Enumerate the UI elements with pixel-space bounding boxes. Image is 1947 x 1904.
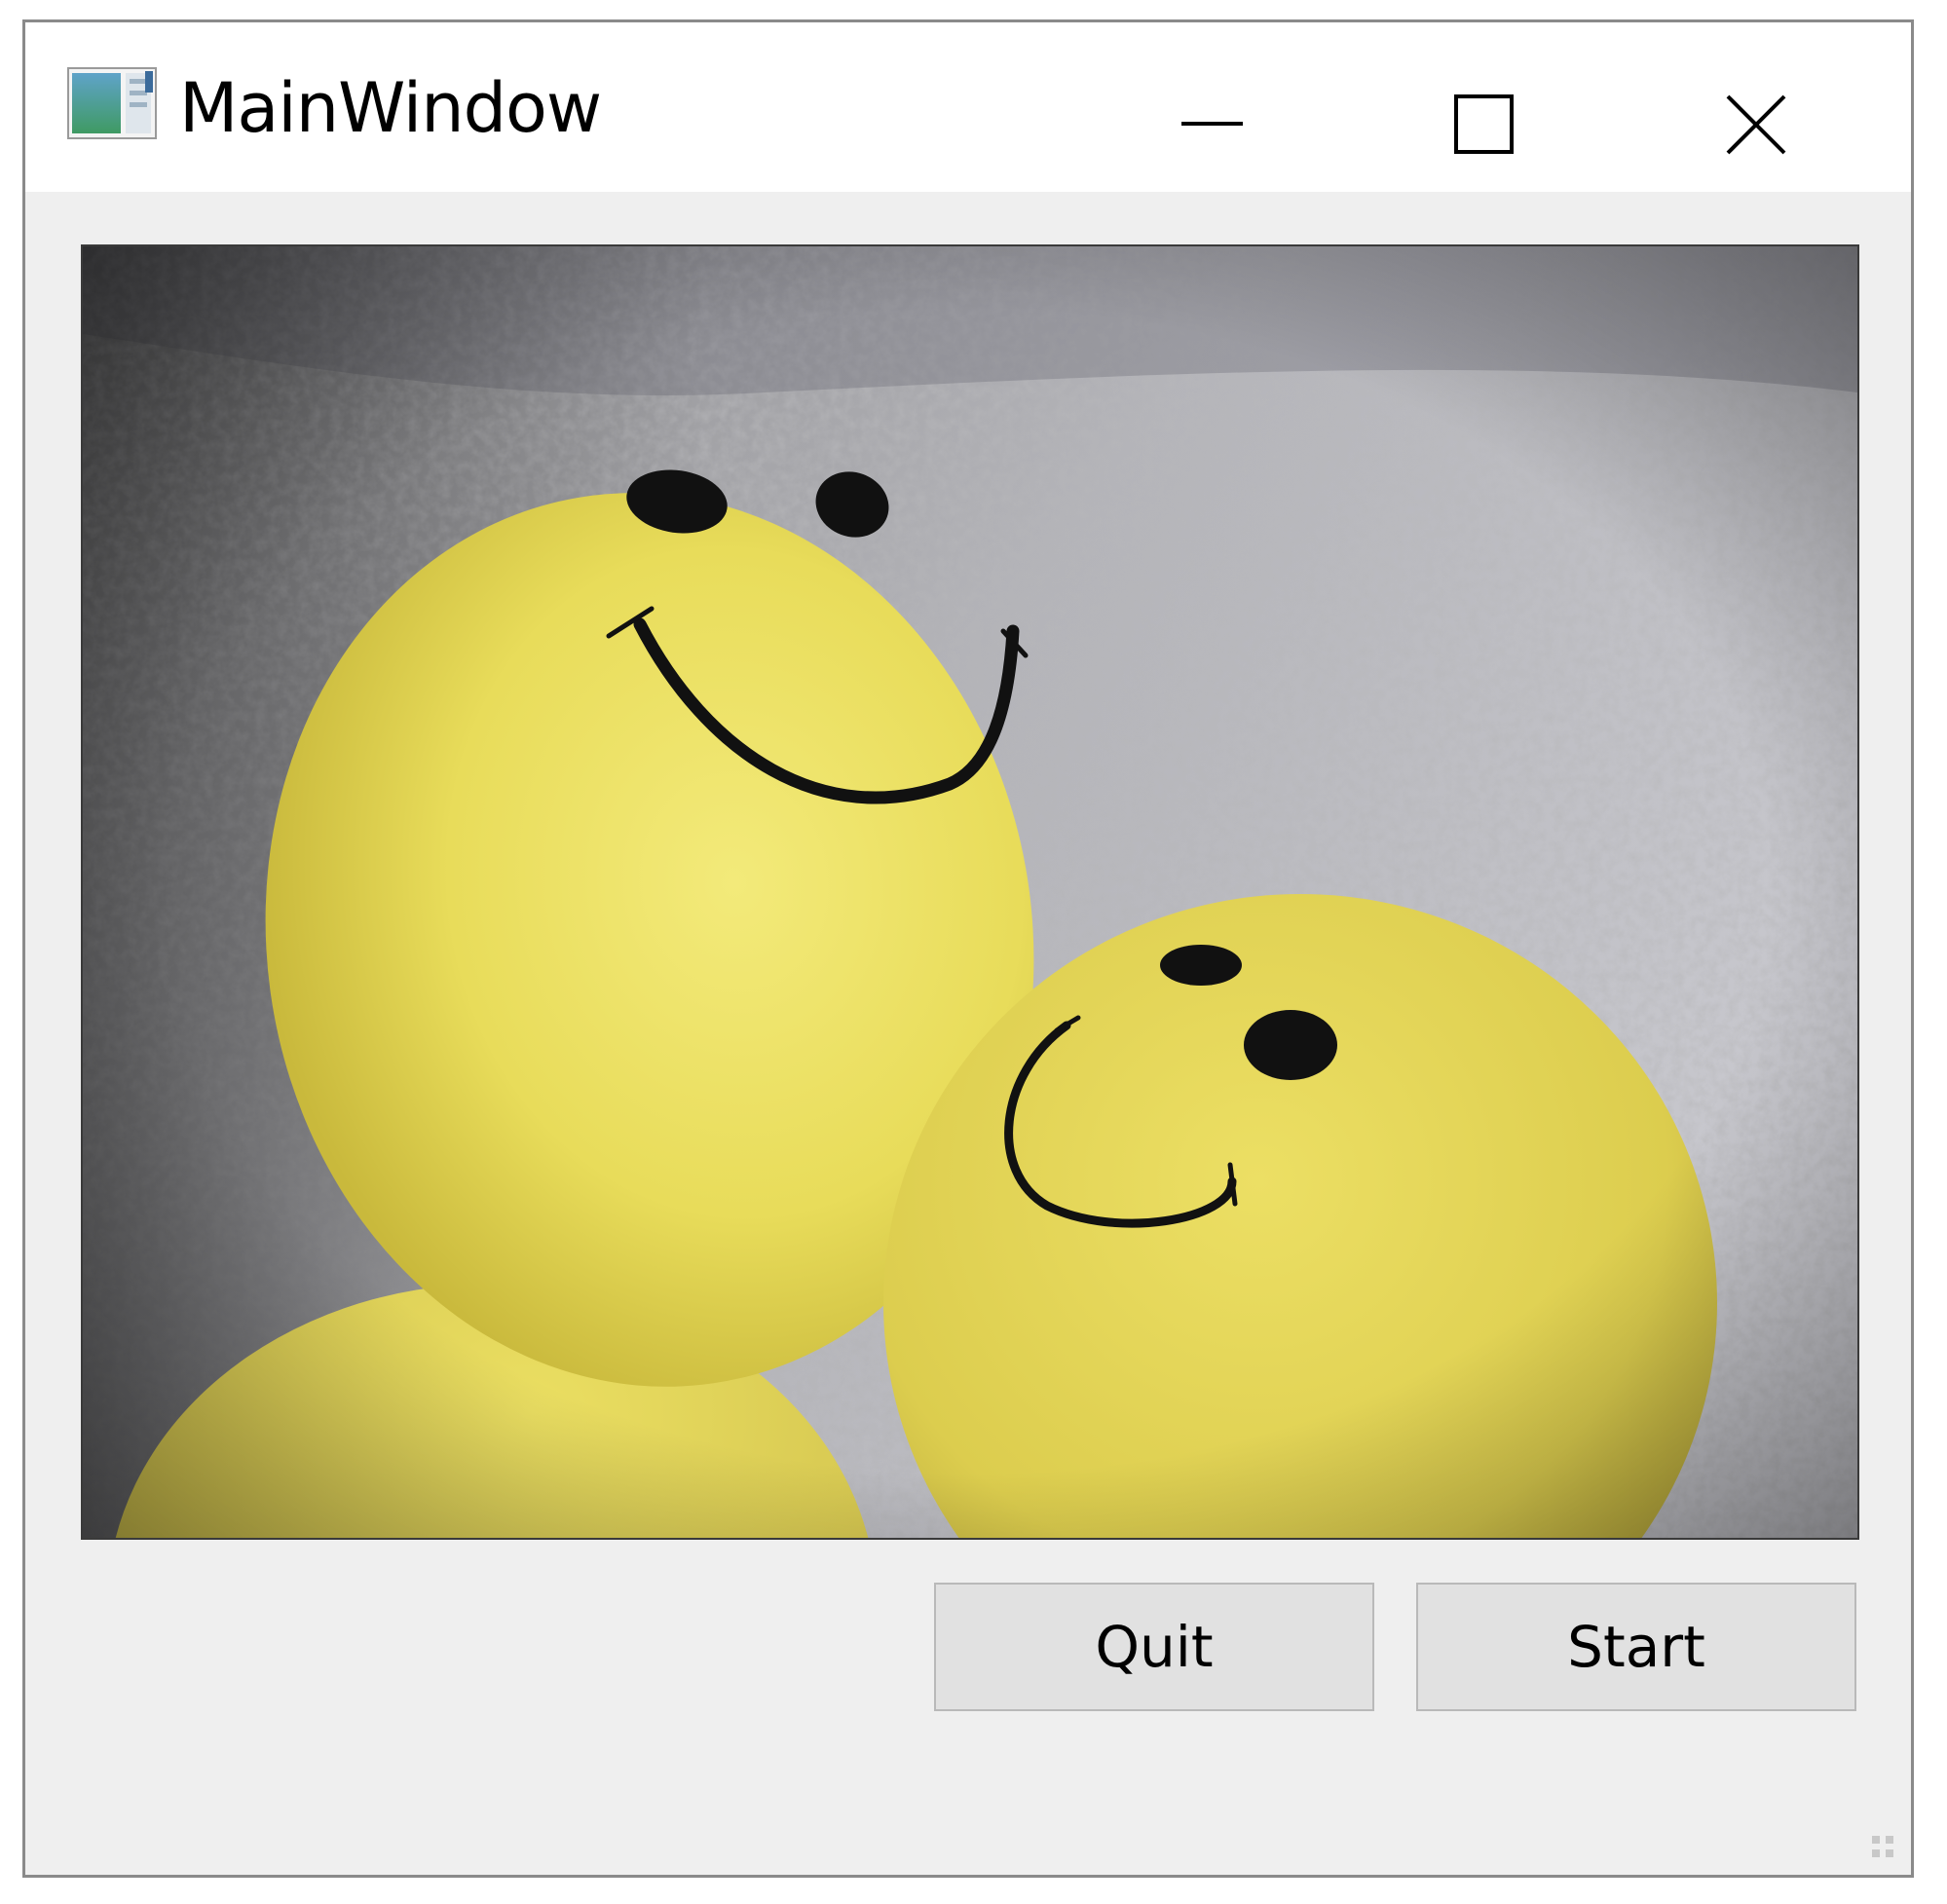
image-display (81, 244, 1859, 1540)
close-icon (1726, 94, 1786, 155)
quit-button[interactable]: Quit (934, 1583, 1374, 1711)
app-window-icon (67, 67, 157, 139)
minimize-icon (1181, 122, 1243, 126)
close-button[interactable] (1682, 57, 1828, 155)
maximize-icon (1454, 94, 1514, 154)
start-button[interactable]: Start (1416, 1583, 1856, 1711)
main-window: MainWindow Quit Start (22, 19, 1914, 1878)
maximize-button[interactable] (1411, 57, 1557, 155)
minimize-button[interactable] (1140, 57, 1286, 155)
window-title: MainWindow (179, 68, 602, 148)
title-bar[interactable]: MainWindow (25, 22, 1911, 192)
resize-grip-icon[interactable] (1870, 1834, 1897, 1861)
balloons-photo (83, 246, 1857, 1538)
